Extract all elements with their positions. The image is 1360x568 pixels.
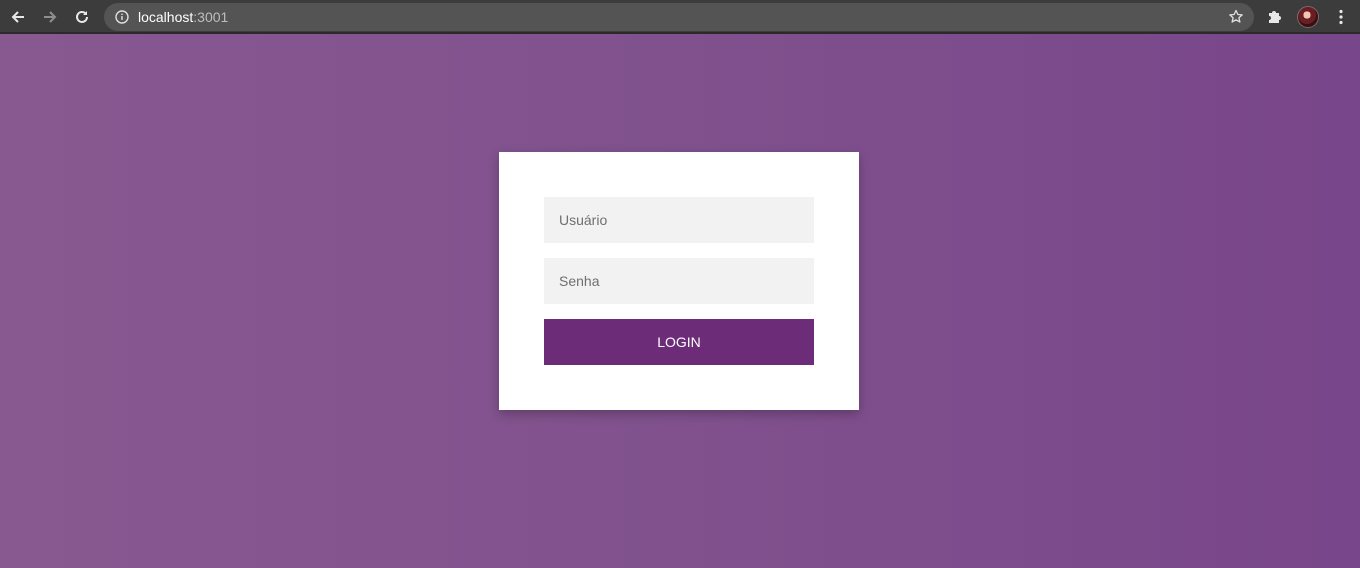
- puzzle-icon[interactable]: [1267, 8, 1284, 25]
- password-input[interactable]: [544, 258, 814, 304]
- url-text[interactable]: localhost:3001: [138, 3, 228, 31]
- browser-toolbar: localhost:3001: [0, 0, 1360, 34]
- star-icon[interactable]: [1228, 9, 1244, 25]
- reload-button[interactable]: [70, 5, 94, 29]
- info-icon[interactable]: [115, 10, 129, 24]
- url-port: :3001: [193, 9, 229, 25]
- back-button[interactable]: [6, 5, 30, 29]
- forward-arrow-icon: [44, 11, 57, 23]
- back-arrow-icon: [11, 11, 24, 23]
- avatar[interactable]: [1297, 6, 1319, 28]
- page-background: LOGIN: [0, 34, 1360, 568]
- login-button[interactable]: LOGIN: [544, 319, 814, 365]
- menu-dots-icon[interactable]: [1333, 9, 1349, 25]
- username-input[interactable]: [544, 197, 814, 243]
- login-card: LOGIN: [499, 152, 859, 410]
- reload-icon: [76, 10, 88, 23]
- address-bar[interactable]: localhost:3001: [104, 3, 1254, 31]
- forward-button[interactable]: [38, 5, 62, 29]
- url-host: localhost: [138, 9, 194, 25]
